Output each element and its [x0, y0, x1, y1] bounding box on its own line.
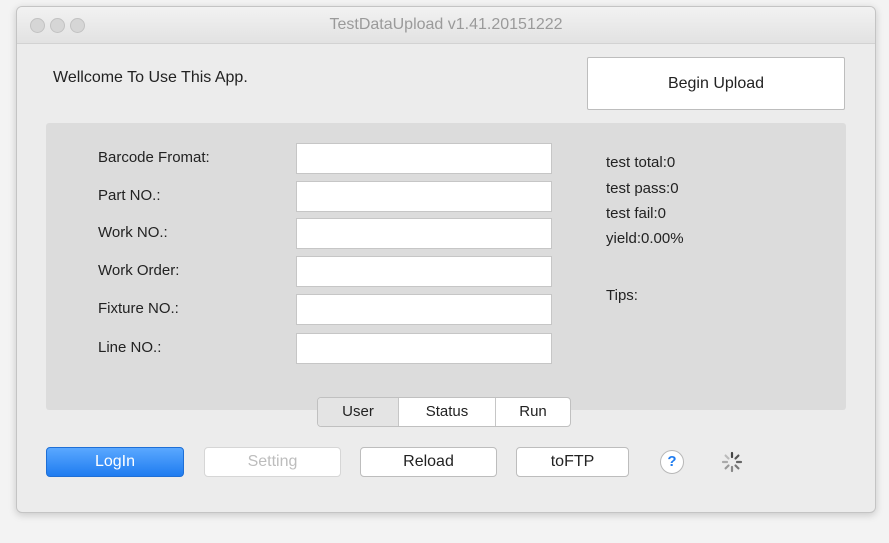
fixture-no-label: Fixture NO.:: [98, 300, 179, 317]
test-total-text: test total:0: [606, 154, 676, 171]
part-no-field[interactable]: [296, 181, 552, 212]
work-order-label: Work Order:: [98, 262, 180, 279]
help-button[interactable]: ?: [660, 450, 684, 474]
part-no-label: Part NO.:: [98, 187, 161, 204]
mode-segmented-control: User Status Run: [317, 397, 571, 427]
welcome-text: Wellcome To Use This App.: [53, 69, 248, 86]
yield-text: yield:0.00%: [606, 230, 684, 247]
app-window: TestDataUpload v1.41.20151222 Wellcome T…: [16, 6, 876, 513]
reload-button[interactable]: Reload: [360, 447, 497, 477]
tab-run[interactable]: Run: [496, 398, 570, 426]
info-panel: Barcode Fromat: Part NO.: Work NO.: Work…: [46, 123, 846, 410]
barcode-format-field[interactable]: [296, 143, 552, 174]
tab-status[interactable]: Status: [399, 398, 496, 426]
setting-button[interactable]: Setting: [204, 447, 341, 477]
to-ftp-button[interactable]: toFTP: [516, 447, 629, 477]
line-no-label: Line NO.:: [98, 339, 162, 356]
test-pass-text: test pass:0: [606, 180, 679, 197]
work-order-field[interactable]: [296, 256, 552, 287]
tips-text: Tips:: [606, 287, 638, 304]
work-no-field[interactable]: [296, 218, 552, 249]
line-no-field[interactable]: [296, 333, 552, 364]
window-title: TestDataUpload v1.41.20151222: [329, 16, 563, 33]
tab-user[interactable]: User: [318, 398, 399, 426]
login-button[interactable]: LogIn: [46, 447, 184, 477]
spinner-icon: [721, 451, 743, 473]
work-no-label: Work NO.:: [98, 224, 168, 241]
begin-upload-button[interactable]: Begin Upload: [587, 57, 845, 110]
test-fail-text: test fail:0: [606, 205, 667, 222]
barcode-format-label: Barcode Fromat:: [98, 149, 210, 166]
title-bar[interactable]: TestDataUpload v1.41.20151222: [17, 7, 875, 44]
fixture-no-field[interactable]: [296, 294, 552, 325]
